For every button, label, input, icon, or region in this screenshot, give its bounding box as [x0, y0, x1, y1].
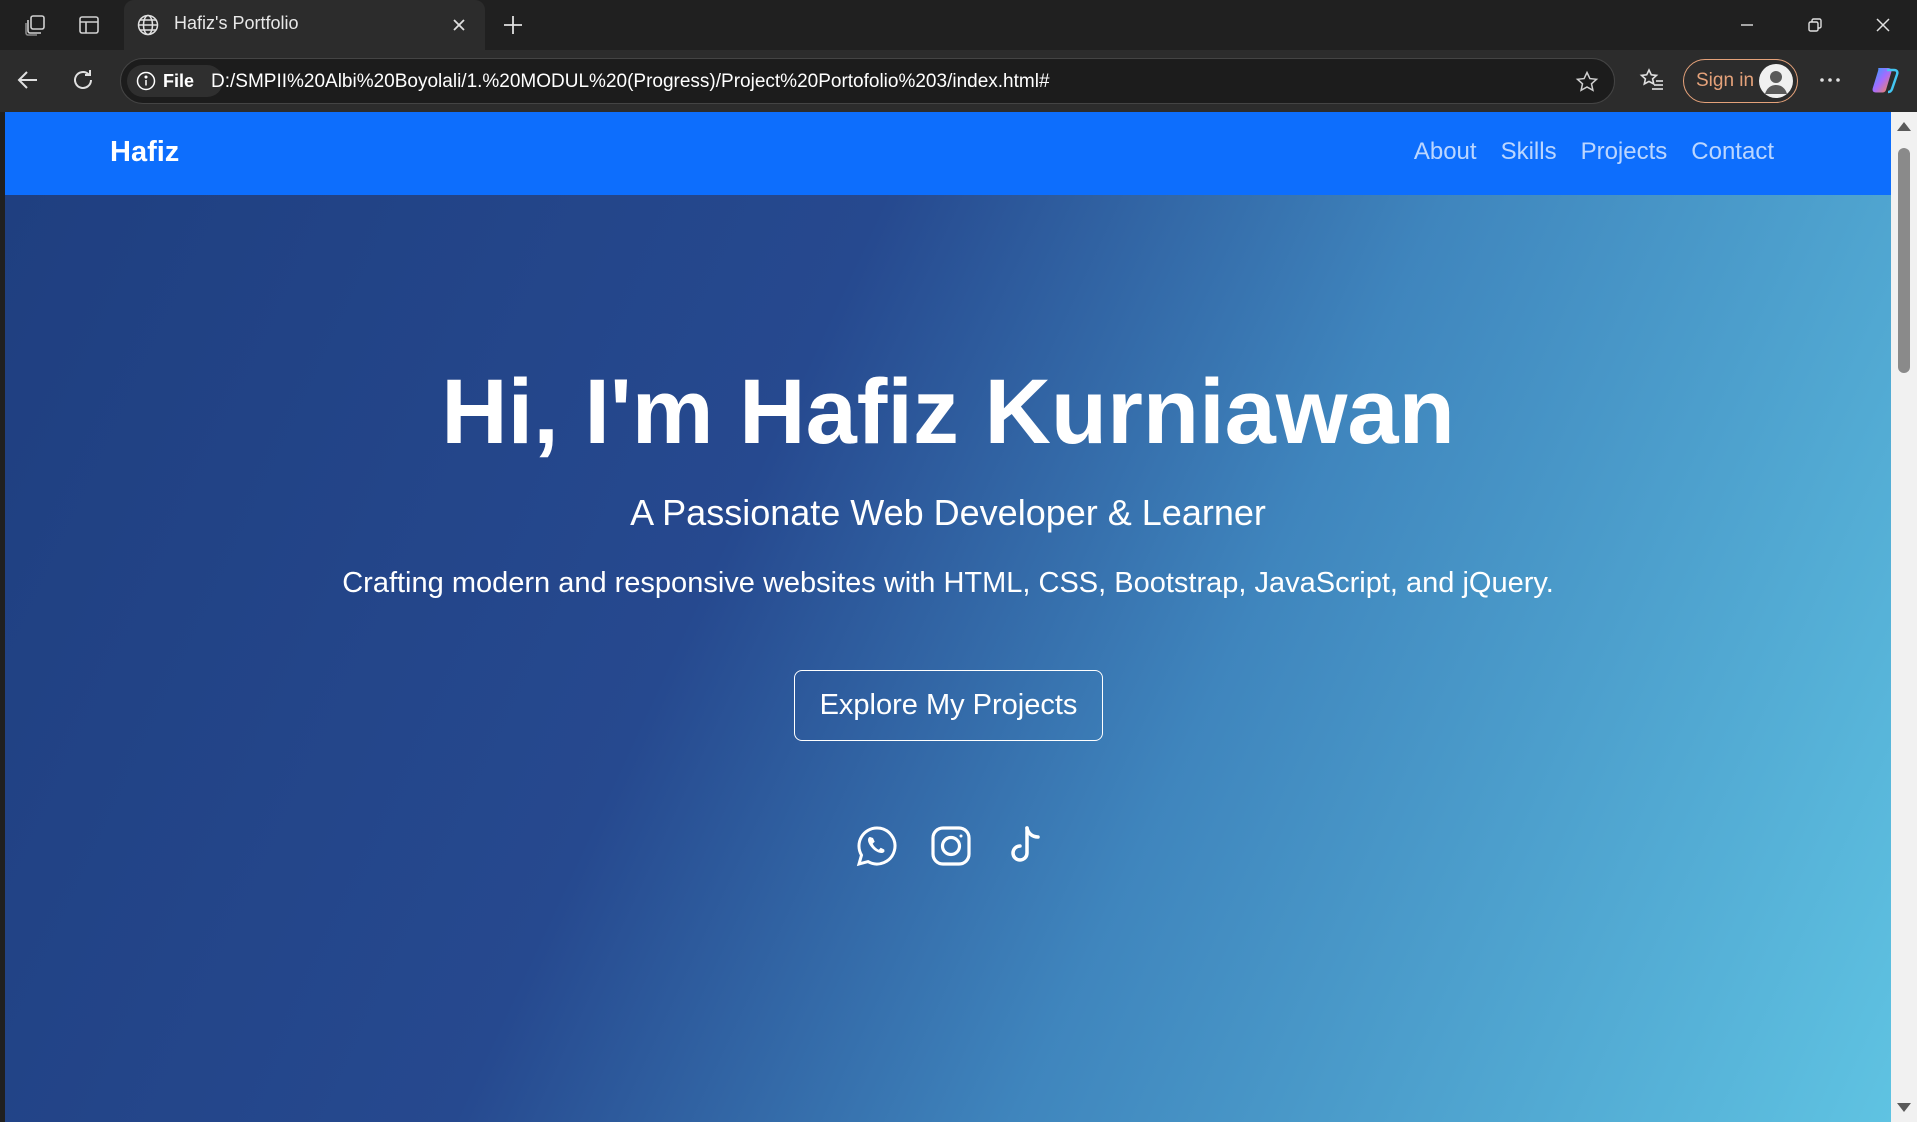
sign-in-label: Sign in [1696, 70, 1755, 91]
active-tab[interactable]: Hafiz's Portfolio [124, 0, 485, 50]
globe-icon [134, 11, 162, 39]
social-links [854, 823, 1048, 869]
close-tab-icon[interactable] [445, 11, 473, 39]
info-icon [135, 70, 157, 92]
page-viewport: Hafiz About Skills Projects Contact Hi, … [5, 112, 1891, 1122]
nav-link-projects[interactable]: Projects [1581, 138, 1668, 166]
url-text[interactable]: D:/SMPII%20Albi%20Boyolali/1.%20MODUL%20… [211, 71, 1050, 93]
nav-link-about[interactable]: About [1414, 138, 1477, 166]
address-bar[interactable]: File D:/SMPII%20Albi%20Boyolali/1.%20MOD… [120, 58, 1615, 104]
more-options-icon[interactable] [1812, 62, 1848, 98]
instagram-icon[interactable] [928, 823, 974, 869]
site-navbar: Hafiz About Skills Projects Contact [5, 112, 1891, 195]
browser-toolbar: File D:/SMPII%20Albi%20Boyolali/1.%20MOD… [0, 50, 1917, 112]
sign-in-button[interactable]: Sign in [1683, 59, 1798, 103]
browser-tab-bar: Hafiz's Portfolio [0, 0, 1917, 50]
close-window-icon[interactable] [1849, 0, 1917, 50]
refresh-icon[interactable] [65, 62, 101, 98]
workspaces-icon[interactable] [20, 10, 50, 40]
minimize-icon[interactable] [1713, 0, 1781, 50]
restore-icon[interactable] [1781, 0, 1849, 50]
new-tab-icon[interactable] [496, 8, 530, 42]
navbar-menu: About Skills Projects Contact [1414, 138, 1774, 166]
hero-title: Hi, I'm Hafiz Kurniawan [441, 361, 1455, 463]
site-info-button[interactable]: File [127, 65, 223, 97]
favorite-star-icon[interactable] [1572, 67, 1602, 97]
scroll-down-arrow-icon[interactable] [1897, 1103, 1911, 1112]
tiktok-icon[interactable] [1002, 823, 1048, 869]
explore-projects-button[interactable]: Explore My Projects [794, 670, 1103, 741]
back-icon[interactable] [10, 62, 46, 98]
copilot-icon[interactable] [1867, 62, 1903, 98]
nav-link-skills[interactable]: Skills [1501, 138, 1557, 166]
scroll-up-arrow-icon[interactable] [1897, 122, 1911, 131]
page-scrollbar[interactable] [1891, 112, 1917, 1122]
hero-section: Hi, I'm Hafiz Kurniawan A Passionate Web… [5, 195, 1891, 1122]
favorites-icon[interactable] [1634, 62, 1670, 98]
navbar-brand[interactable]: Hafiz [110, 136, 179, 169]
hero-description: Crafting modern and responsive websites … [342, 567, 1554, 599]
vertical-tabs-icon[interactable] [74, 10, 104, 40]
hero-subtitle: A Passionate Web Developer & Learner [630, 492, 1266, 533]
site-info-label: File [163, 70, 195, 91]
scrollbar-thumb[interactable] [1898, 148, 1910, 373]
nav-link-contact[interactable]: Contact [1691, 138, 1774, 166]
whatsapp-icon[interactable] [854, 823, 900, 869]
avatar-icon [1759, 64, 1793, 98]
tab-title: Hafiz's Portfolio [174, 13, 299, 33]
